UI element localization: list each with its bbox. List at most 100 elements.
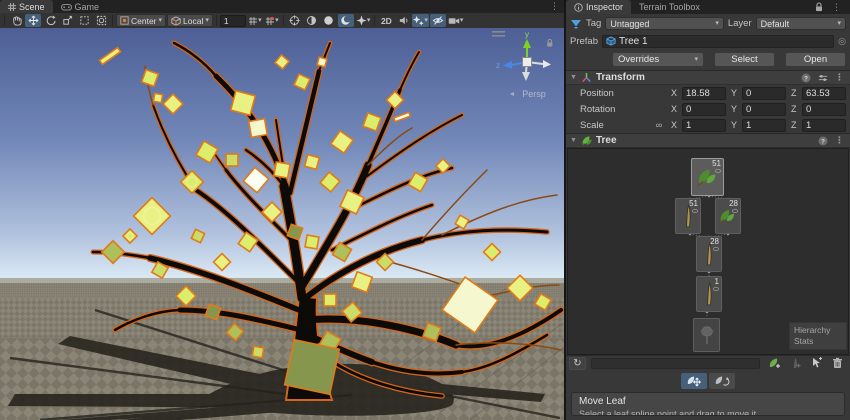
grid-visibility-dropdown[interactable]: ▾ (247, 14, 263, 27)
select-button[interactable]: Select (714, 52, 775, 67)
open-button[interactable]: Open (785, 52, 846, 67)
hierarchy-stats-box: Hierarchy Stats (789, 322, 847, 350)
tabbar-spacer (107, 0, 545, 13)
presets-button[interactable] (816, 73, 829, 83)
tree-node-root[interactable] (693, 318, 720, 352)
lock-icon[interactable] (815, 2, 823, 12)
scene-menu-button[interactable]: ⋮ (545, 0, 564, 13)
tree-node-branch-group[interactable]: 28 (696, 236, 722, 272)
tool-rect-button[interactable] (76, 14, 92, 27)
tab-scene[interactable]: Scene (0, 0, 53, 13)
root-tree-icon (698, 324, 716, 346)
viewport-gizmo-toggle[interactable] (287, 14, 303, 27)
foldout-arrow-icon[interactable]: ▼ (570, 137, 577, 144)
snap-settings-dropdown[interactable]: ▾ (264, 14, 280, 27)
viewport-moon-toggle[interactable] (338, 14, 354, 27)
prefab-expand-icon[interactable] (570, 19, 582, 29)
persp-label[interactable]: ◄ Persp (509, 89, 546, 99)
foldout-arrow-icon[interactable]: ▼ (570, 74, 577, 81)
half-circle-icon (306, 15, 317, 26)
tool-transform-button[interactable] (93, 14, 109, 27)
axis-x-label: X (671, 104, 680, 114)
transform-menu-button[interactable]: ⋮ (833, 72, 846, 83)
tab-terrain-toolbox[interactable]: Terrain Toolbox (631, 0, 708, 14)
camera-settings-dropdown[interactable]: ▾ (447, 14, 465, 27)
move-leaf-tool-button[interactable] (681, 373, 707, 389)
inspector-menu-button[interactable]: ⋮ (827, 2, 846, 13)
transform-component-icon (581, 72, 592, 83)
rotation-label: Rotation (580, 104, 652, 115)
help-button[interactable]: ? (799, 73, 812, 83)
help-button[interactable]: ? (816, 136, 829, 146)
tree-header[interactable]: ▼ Tree ? ⋮ (566, 133, 850, 148)
axis-y-label: Y (731, 88, 740, 98)
position-z-field[interactable]: 63.53 (802, 87, 846, 100)
add-branch-button[interactable] (786, 357, 805, 370)
node-visibility-icon[interactable] (692, 209, 698, 213)
scene-visibility-toggle[interactable] (430, 14, 446, 27)
refresh-button[interactable]: ↻ (569, 357, 586, 370)
scale-z-field[interactable]: 1 (802, 119, 846, 132)
scale-label: Scale (580, 120, 652, 131)
rotate-leaf-tool-button[interactable] (709, 373, 735, 389)
transform-header[interactable]: ▼ Transform ? ⋮ (566, 70, 850, 85)
tree-node-leaf-group[interactable]: 28 (715, 198, 741, 234)
rotate-icon (45, 15, 56, 26)
layer-dropdown[interactable]: Default ▾ (756, 17, 846, 30)
tree-structure-editor[interactable]: 51 51 28 28 (567, 148, 849, 355)
divider (283, 15, 284, 26)
constrain-proportions-icon[interactable]: ∞ (652, 120, 666, 130)
rotation-z-field[interactable]: 0 (802, 103, 846, 116)
tab-game[interactable]: Game (53, 0, 108, 13)
tool-hand-button[interactable] (8, 14, 24, 27)
prefab-asset-button[interactable]: ◎ (838, 36, 846, 47)
tab-inspector[interactable]: Inspector (566, 0, 631, 14)
node-visibility-icon[interactable] (732, 209, 738, 213)
tree-node-leaf-group[interactable]: 51 (691, 158, 724, 196)
node-visibility-icon[interactable] (713, 247, 719, 251)
tag-dropdown[interactable]: Untagged ▾ (605, 17, 724, 30)
divider (112, 15, 113, 26)
add-branch-icon (790, 357, 802, 369)
snap-size-input[interactable]: 1 (220, 15, 246, 27)
rect-tool-icon (79, 15, 90, 26)
scale-y-field[interactable]: 1 (742, 119, 786, 132)
overrides-dropdown[interactable]: Overrides ▾ (612, 52, 704, 67)
audio-toggle[interactable] (395, 14, 411, 27)
pivot-mode-value: Center (131, 16, 157, 26)
rotation-row: Rotation X 0 Y 0 Z 0 (566, 102, 850, 116)
delete-node-button[interactable] (828, 357, 847, 370)
node-visibility-icon[interactable] (713, 287, 719, 291)
node-visibility-icon[interactable] (715, 169, 721, 173)
rotation-x-field[interactable]: 0 (682, 103, 726, 116)
scene-viewport[interactable]: y z ◄ Persp (0, 28, 564, 420)
effects-dropdown[interactable]: ▾ (412, 14, 429, 27)
viewport-shading-toggle[interactable] (304, 14, 320, 27)
node-badge: 28 (710, 238, 719, 251)
presets-icon (818, 73, 828, 83)
mode-2d-toggle[interactable]: 2D (378, 14, 394, 27)
orientation-value: Local (183, 16, 203, 26)
2d-label: 2D (381, 16, 392, 26)
tree-node-branch-group[interactable]: 1 (696, 276, 722, 312)
tool-scale-button[interactable] (59, 14, 75, 27)
chevron-down-icon: ▾ (715, 20, 719, 27)
tree-menu-button[interactable]: ⋮ (833, 135, 846, 146)
scale-x-field[interactable]: 1 (682, 119, 726, 132)
tool-move-button[interactable] (25, 14, 41, 27)
svg-text:z: z (496, 61, 500, 70)
rotation-y-field[interactable]: 0 (742, 103, 786, 116)
prefab-field[interactable]: Tree 1 (602, 35, 834, 48)
tool-rotate-button[interactable] (42, 14, 58, 27)
tab-scene-label: Scene (19, 2, 45, 12)
position-x-field[interactable]: 18.58 (682, 87, 726, 100)
orientation-dropdown[interactable]: Local ▾ (167, 14, 213, 27)
pivot-mode-dropdown[interactable]: Center ▾ (116, 14, 166, 27)
tree-node-branch-group[interactable]: 51 (675, 198, 701, 234)
flare-dropdown[interactable]: ▾ (355, 14, 372, 27)
add-leaf-button[interactable] (765, 357, 784, 370)
position-y-field[interactable]: 0 (742, 87, 786, 100)
viewport-light-toggle[interactable] (321, 14, 337, 27)
help-icon: ? (818, 136, 828, 146)
duplicate-node-button[interactable] (807, 357, 826, 370)
